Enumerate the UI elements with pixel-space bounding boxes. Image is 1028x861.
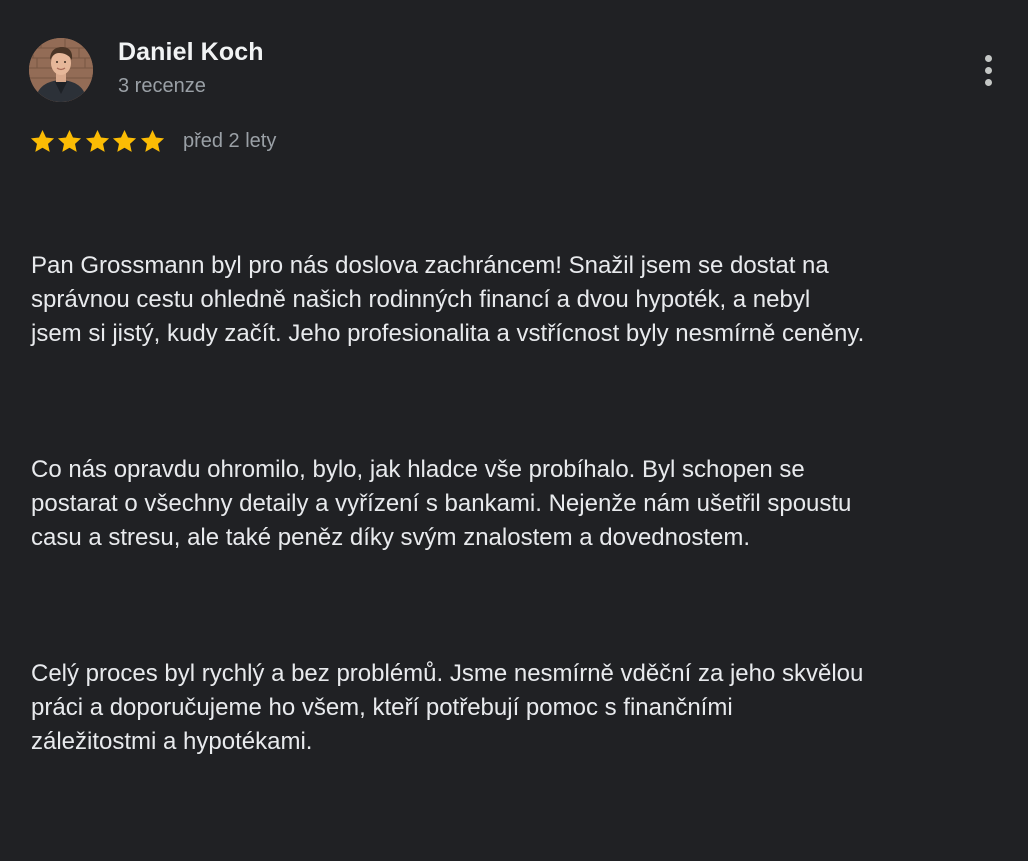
author-name[interactable]: Daniel Koch	[118, 38, 264, 67]
avatar-photo-icon	[29, 38, 93, 102]
star-icon	[113, 129, 137, 152]
more-options-button[interactable]	[968, 48, 1008, 92]
author-avatar[interactable]	[29, 38, 93, 102]
star-icon	[30, 129, 55, 152]
review-date: před 2 lety	[182, 129, 277, 152]
review-paragraph-2: Co nás opravdu ohromilo, bylo, jak hladc…	[31, 456, 852, 551]
star-icon	[85, 129, 109, 152]
author-review-count: 3 recenze	[118, 75, 206, 97]
more-vert-icon	[984, 52, 992, 88]
star-rating	[29, 128, 166, 155]
rating-row: před 2 lety	[29, 126, 276, 156]
star-icon	[58, 129, 82, 152]
review-paragraph-1: Pan Grossmann byl pro nás doslova zachrá…	[31, 252, 865, 347]
review-text: Pan Grossmann byl pro nás doslova zachrá…	[31, 181, 1016, 861]
star-icon	[140, 129, 164, 152]
review-card: Daniel Koch 3 recenze před 2 lety Pan Gr…	[0, 0, 1028, 755]
review-paragraph-3: Celý proces byl rychlý a bez problémů. J…	[31, 660, 864, 755]
